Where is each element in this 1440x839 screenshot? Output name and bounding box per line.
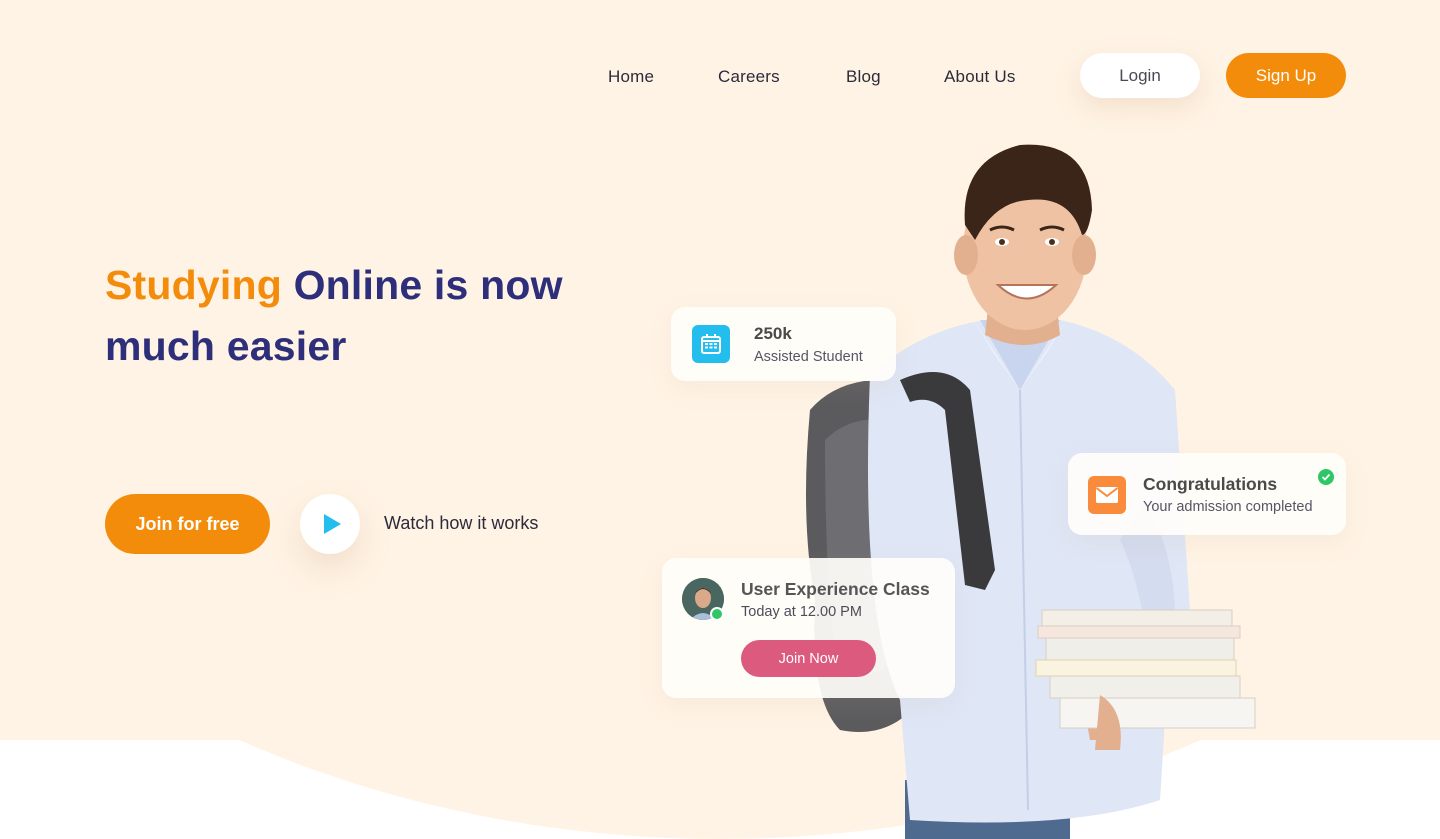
headline-accent: Studying bbox=[105, 262, 282, 308]
hero-headline: Studying Online is now much easier bbox=[105, 255, 625, 377]
calendar-icon bbox=[692, 325, 730, 363]
book-stack bbox=[1035, 609, 1256, 729]
headline-line1: Online is now bbox=[281, 262, 563, 308]
play-icon bbox=[324, 514, 341, 534]
admission-notification-card: Congratulations Your admission completed bbox=[1068, 453, 1346, 535]
watch-how-it-works-link[interactable]: Watch how it works bbox=[384, 513, 538, 534]
nav-link-careers[interactable]: Careers bbox=[718, 67, 780, 87]
assisted-label: Assisted Student bbox=[754, 349, 863, 365]
nav-link-blog[interactable]: Blog bbox=[846, 67, 881, 87]
check-circle-icon bbox=[1318, 469, 1334, 485]
nav-link-about-us[interactable]: About Us bbox=[944, 67, 1016, 87]
congrats-subtitle: Your admission completed bbox=[1143, 499, 1313, 515]
nav-link-home[interactable]: Home bbox=[608, 67, 654, 87]
class-invite-card: User Experience Class Today at 12.00 PM … bbox=[662, 558, 955, 698]
play-video-button[interactable] bbox=[300, 494, 360, 554]
congrats-title: Congratulations bbox=[1143, 474, 1278, 494]
assisted-count: 250k bbox=[754, 324, 792, 343]
online-status-indicator bbox=[710, 607, 724, 621]
signup-button[interactable]: Sign Up bbox=[1226, 53, 1346, 98]
login-button[interactable]: Login bbox=[1080, 53, 1200, 98]
join-now-button[interactable]: Join Now bbox=[741, 640, 876, 677]
headline-line2: much easier bbox=[105, 323, 347, 369]
join-for-free-button[interactable]: Join for free bbox=[105, 494, 270, 554]
mail-icon bbox=[1088, 476, 1126, 514]
assisted-students-card: 250k Assisted Student bbox=[671, 307, 896, 381]
top-navigation: Home Careers Blog About Us Login Sign Up bbox=[0, 53, 1440, 99]
class-time: Today at 12.00 PM bbox=[741, 604, 862, 620]
class-title: User Experience Class bbox=[741, 579, 930, 599]
